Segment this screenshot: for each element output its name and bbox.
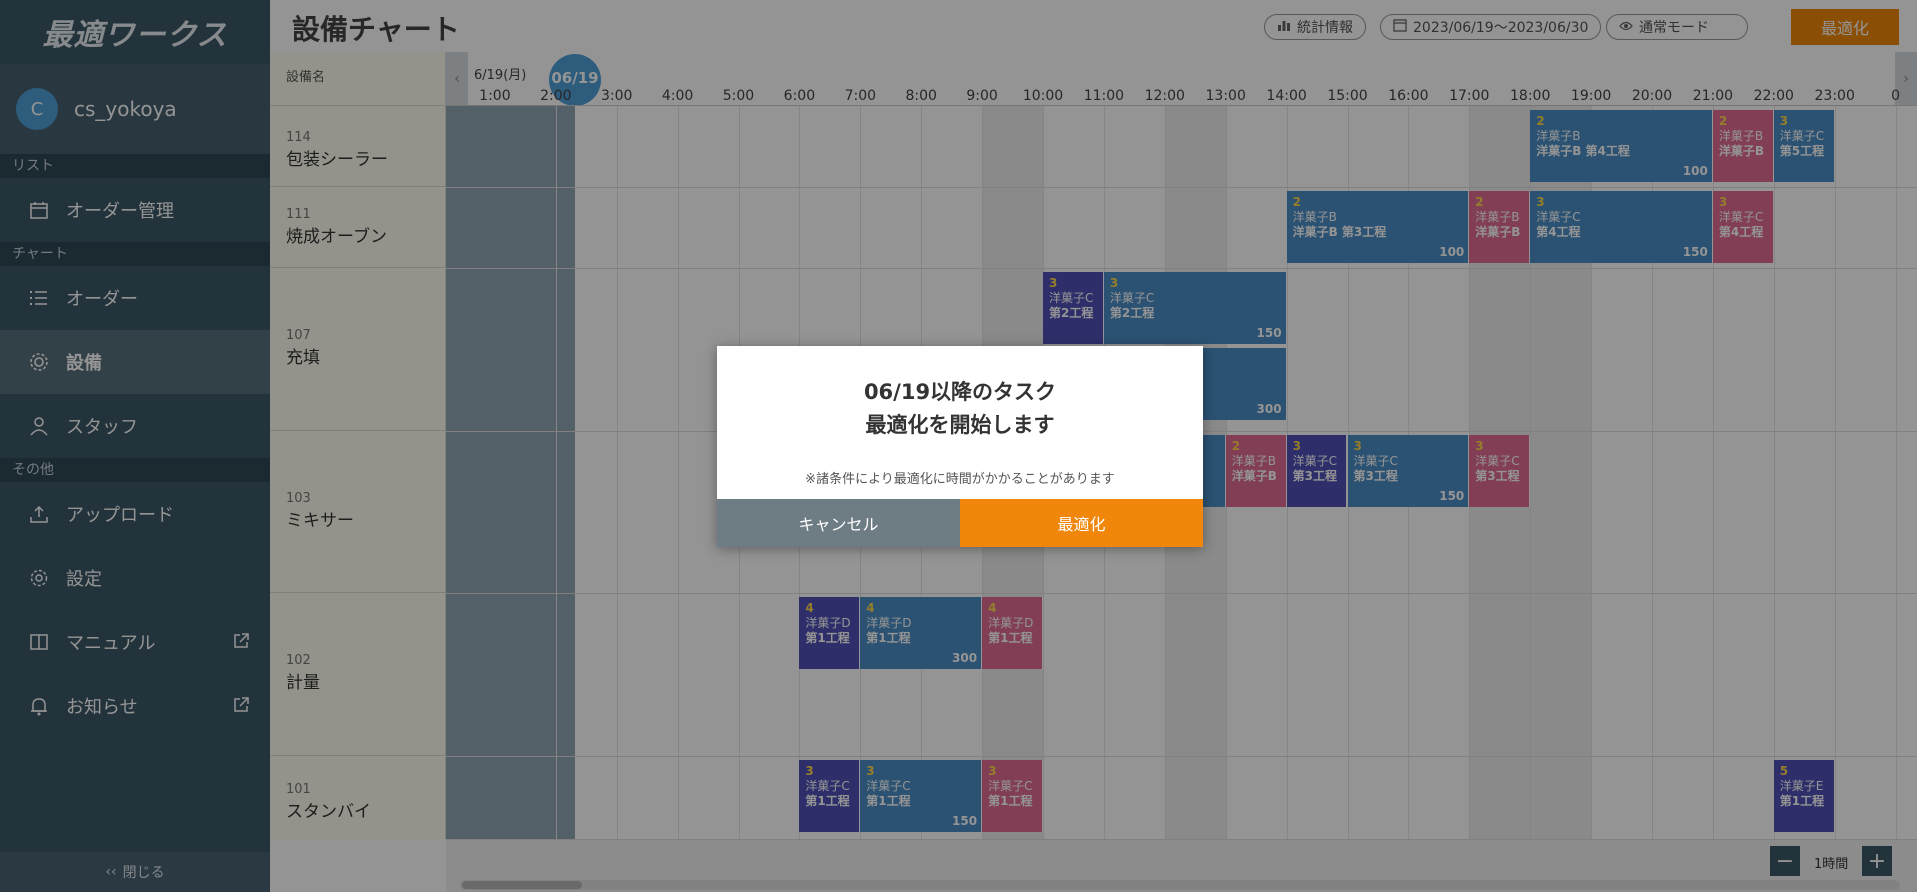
optimize-confirm-dialog: 06/19以降のタスク 最適化を開始します ※諸条件により最適化に時間がかかるこ…: [717, 346, 1203, 547]
dialog-actions: キャンセル 最適化: [717, 499, 1203, 547]
dialog-title: 06/19以降のタスク 最適化を開始します: [717, 376, 1203, 442]
cancel-button[interactable]: キャンセル: [717, 499, 960, 547]
dialog-title-line1: 06/19以降のタスク: [863, 380, 1057, 404]
optimize-confirm-button[interactable]: 最適化: [960, 499, 1203, 547]
dialog-title-line2: 最適化を開始します: [865, 413, 1055, 437]
dialog-note: ※諸条件により最適化に時間がかかることがあります: [805, 472, 1115, 487]
